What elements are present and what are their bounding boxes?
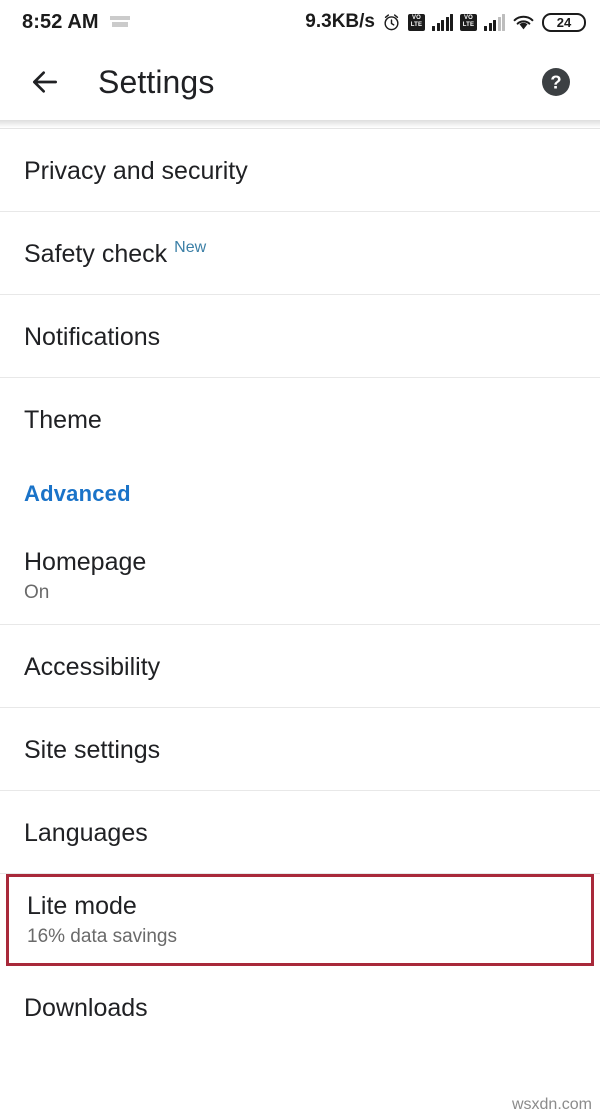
settings-row-notifications[interactable]: Notifications [0,295,600,378]
battery-indicator: 24 [542,12,586,32]
row-title: Site settings [24,735,161,764]
settings-list: Privacy and security Safety check New Not… [0,129,600,1049]
row-title: Lite mode [27,892,137,920]
status-bar-right: 9.3KB/s VO LTE VO LTE 24 [305,11,586,33]
status-clock: 8:52 AM [22,10,99,33]
signal-bars-sim1-icon [432,13,453,31]
back-arrow-icon[interactable] [22,59,68,105]
help-circle-icon[interactable]: ? [536,62,576,102]
status-bar: 8:52 AM 9.3KB/s VO LTE VO LTE 24 [0,0,600,44]
settings-row-downloads[interactable]: Downloads [0,966,600,1049]
row-title: Downloads [24,993,148,1022]
page-title: Settings [98,63,215,100]
row-title-text: Safety check [24,239,168,268]
row-title: Privacy and security [24,156,248,185]
app-bar-shadow [0,120,600,128]
row-title: Notifications [24,322,161,351]
watermark: wsxdn.com [511,1096,592,1113]
alarm-clock-icon [382,13,401,32]
settings-row-languages[interactable]: Languages [0,791,600,874]
notification-tray-icon [109,14,131,30]
row-subtitle: On [24,582,50,603]
volte-sim2-icon: VO LTE [460,13,477,31]
settings-row-safety-check[interactable]: Safety check New [0,212,600,295]
volte-sim1-top-label: VO [411,15,422,21]
row-title: Safety check New [24,239,576,269]
app-bar: Settings ? [0,44,600,120]
settings-row-lite-mode[interactable]: Lite mode 16% data savings [6,874,594,966]
settings-row-accessibility[interactable]: Accessibility [0,625,600,708]
settings-row-theme[interactable]: Theme [0,378,600,461]
row-title: Languages [24,818,148,847]
volte-sim2-top-label: VO [463,15,474,21]
svg-text:?: ? [550,72,561,93]
signal-bars-sim2-icon [484,13,505,31]
row-title: Accessibility [24,652,161,681]
volte-sim2-bottom-label: LTE [462,22,475,28]
volte-sim1-bottom-label: LTE [410,22,423,28]
new-badge: New [174,239,207,257]
row-title: Homepage [24,548,147,576]
status-bar-left: 8:52 AM [22,11,131,34]
network-speed-indicator: 9.3KB/s [305,11,375,32]
settings-row-privacy-and-security[interactable]: Privacy and security [0,129,600,212]
wifi-icon [512,13,535,32]
row-subtitle: 16% data savings [27,926,177,947]
volte-sim1-icon: VO LTE [408,13,425,31]
settings-row-homepage[interactable]: Homepage On [0,527,600,625]
settings-row-site-settings[interactable]: Site settings [0,708,600,791]
section-header-advanced[interactable]: Advanced [0,461,600,527]
row-title: Theme [24,405,102,434]
